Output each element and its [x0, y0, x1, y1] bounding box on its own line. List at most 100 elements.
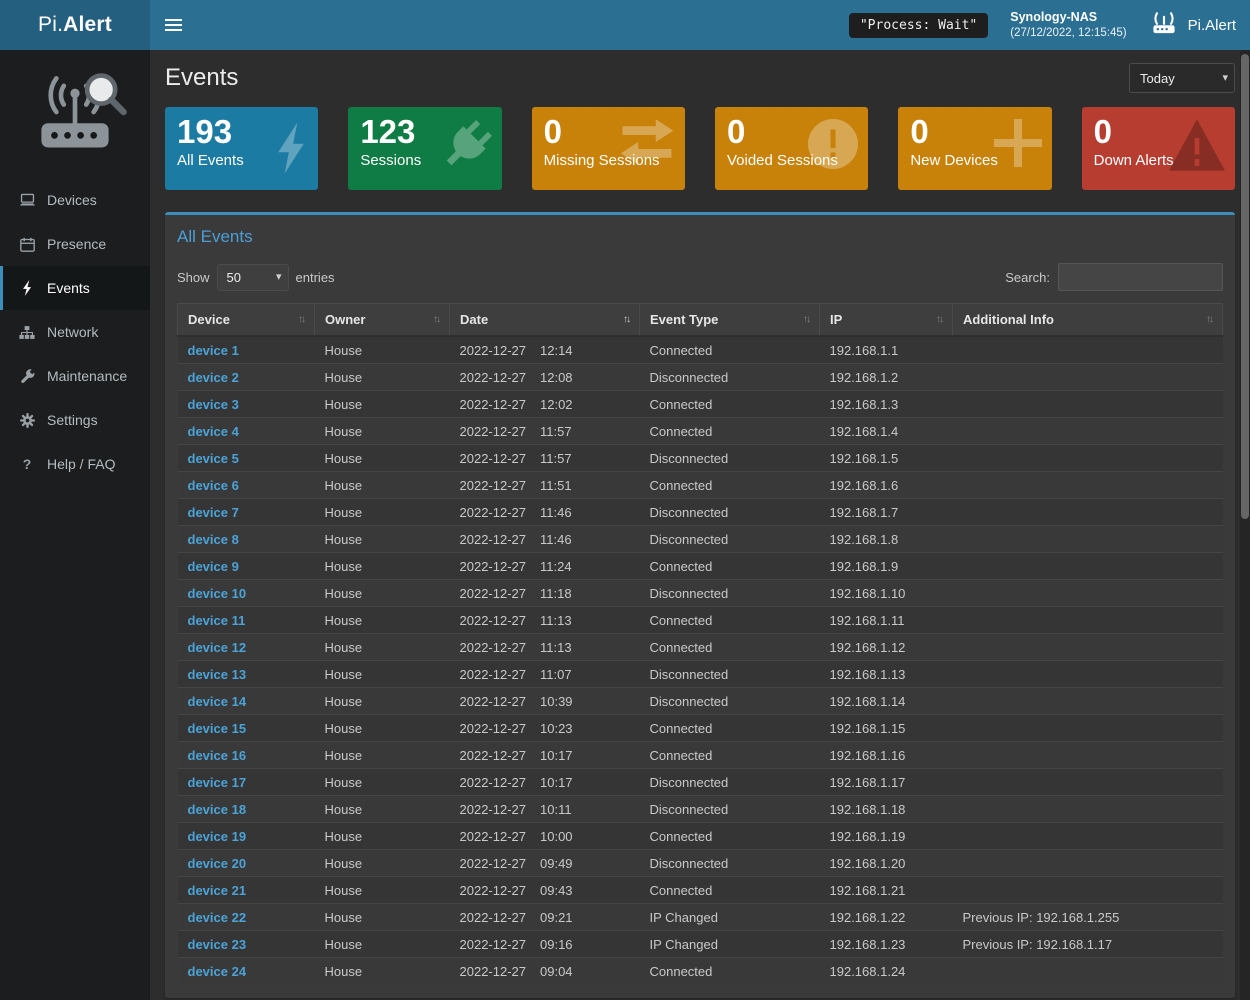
column-header-device[interactable]: Device	[178, 304, 315, 337]
sort-icon	[298, 314, 304, 325]
device-cell: device 3	[178, 391, 315, 418]
device-link[interactable]: device 17	[188, 775, 247, 790]
device-link[interactable]: device 10	[188, 586, 247, 601]
sidebar-item-maintenance[interactable]: Maintenance	[0, 354, 150, 398]
sort-icon	[433, 314, 439, 325]
brand-logo-link[interactable]: Pi.Alert	[0, 0, 150, 50]
sidebar-item-network[interactable]: Network	[0, 310, 150, 354]
event-date: 2022-12-27	[460, 694, 527, 709]
event-time: 10:17	[540, 748, 573, 763]
plug-icon	[438, 119, 492, 180]
owner-cell: House	[315, 769, 450, 796]
column-header-owner[interactable]: Owner	[315, 304, 450, 337]
event-type-cell: Disconnected	[640, 364, 820, 391]
device-cell: device 8	[178, 526, 315, 553]
search-input[interactable]	[1058, 263, 1223, 291]
page-size-select[interactable]: 50	[217, 264, 289, 291]
sidebar-item-devices[interactable]: Devices	[0, 178, 150, 222]
warning-icon	[1169, 119, 1225, 176]
sidebar-item-events[interactable]: Events	[0, 266, 150, 310]
brand-bold: Alert	[63, 13, 112, 36]
column-header-ip[interactable]: IP	[820, 304, 953, 337]
laptop-icon	[18, 193, 36, 207]
device-link[interactable]: device 3	[188, 397, 239, 412]
device-link[interactable]: device 8	[188, 532, 239, 547]
ip-cell: 192.168.1.5	[820, 445, 953, 472]
table-header-row: Device Owner Date Event Type IP Addition…	[178, 304, 1223, 337]
event-type-cell: Connected	[640, 336, 820, 364]
table-row: device 16House2022-12-2710:17Connected19…	[178, 742, 1223, 769]
table-row: device 2House2022-12-2712:08Disconnected…	[178, 364, 1223, 391]
scrollbar-thumb[interactable]	[1241, 54, 1249, 519]
period-select[interactable]: Today	[1129, 63, 1235, 93]
sidebar-item-label: Presence	[47, 236, 106, 252]
brand-prefix: Pi.	[38, 13, 63, 36]
owner-cell: House	[315, 877, 450, 904]
device-link[interactable]: device 16	[188, 748, 247, 763]
owner-cell: House	[315, 904, 450, 931]
device-link[interactable]: device 9	[188, 559, 239, 574]
sidebar-item-help[interactable]: Help / FAQ	[0, 442, 150, 486]
table-row: device 20House2022-12-2709:49Disconnecte…	[178, 850, 1223, 877]
device-link[interactable]: device 23	[188, 937, 247, 952]
owner-cell: House	[315, 661, 450, 688]
date-cell: 2022-12-2711:18	[450, 580, 640, 607]
event-time: 10:00	[540, 829, 573, 844]
device-cell: device 12	[178, 634, 315, 661]
event-type-cell: Disconnected	[640, 661, 820, 688]
owner-cell: House	[315, 931, 450, 958]
device-link[interactable]: device 19	[188, 829, 247, 844]
device-link[interactable]: device 11	[188, 613, 246, 628]
device-link[interactable]: device 2	[188, 370, 239, 385]
event-type-cell: IP Changed	[640, 904, 820, 931]
sidebar-item-settings[interactable]: Settings	[0, 398, 150, 442]
date-cell: 2022-12-2711:46	[450, 526, 640, 553]
event-date: 2022-12-27	[460, 829, 527, 844]
navbar-app-brand: Pi.Alert	[1149, 10, 1236, 40]
device-link[interactable]: device 7	[188, 505, 239, 520]
ip-cell: 192.168.1.7	[820, 499, 953, 526]
owner-cell: House	[315, 634, 450, 661]
bolt-icon	[274, 119, 308, 182]
device-link[interactable]: device 12	[188, 640, 247, 655]
date-cell: 2022-12-2711:13	[450, 607, 640, 634]
sidebar-item-presence[interactable]: Presence	[0, 222, 150, 266]
event-time: 11:18	[540, 586, 572, 601]
exchange-icon	[619, 119, 675, 170]
events-panel: All Events Show 50 entries Search:	[165, 212, 1235, 998]
column-header-event-type[interactable]: Event Type	[640, 304, 820, 337]
sidebar-toggle-button[interactable]	[150, 0, 196, 50]
date-cell: 2022-12-2712:02	[450, 391, 640, 418]
table-row: device 9House2022-12-2711:24Connected192…	[178, 553, 1223, 580]
device-link[interactable]: device 6	[188, 478, 239, 493]
sort-icon	[936, 314, 942, 325]
main-content: Events Today 193 All Events 123 Sessions…	[150, 0, 1250, 998]
event-time: 10:23	[540, 721, 573, 736]
device-link[interactable]: device 14	[188, 694, 247, 709]
device-link[interactable]: device 18	[188, 802, 247, 817]
summary-card: 0 Down Alerts	[1082, 107, 1235, 190]
table-row: device 7House2022-12-2711:46Disconnected…	[178, 499, 1223, 526]
entries-label: entries	[296, 270, 335, 285]
table-row: device 12House2022-12-2711:13Connected19…	[178, 634, 1223, 661]
column-header-additional-info[interactable]: Additional Info	[953, 304, 1223, 337]
event-date: 2022-12-27	[460, 343, 527, 358]
device-link[interactable]: device 24	[188, 964, 247, 979]
event-time: 09:49	[540, 856, 573, 871]
device-link[interactable]: device 4	[188, 424, 239, 439]
page-size-select-wrap: 50	[217, 264, 289, 291]
device-link[interactable]: device 20	[188, 856, 247, 871]
device-cell: device 18	[178, 796, 315, 823]
table-row: device 13House2022-12-2711:07Disconnecte…	[178, 661, 1223, 688]
device-link[interactable]: device 15	[188, 721, 247, 736]
device-link[interactable]: device 13	[188, 667, 247, 682]
column-label: Owner	[325, 312, 365, 327]
table-row: device 21House2022-12-2709:43Connected19…	[178, 877, 1223, 904]
column-header-date[interactable]: Date	[450, 304, 640, 337]
device-link[interactable]: device 5	[188, 451, 239, 466]
device-link[interactable]: device 1	[188, 343, 239, 358]
device-link[interactable]: device 21	[188, 883, 247, 898]
page-length-control: Show 50 entries	[177, 264, 335, 291]
device-link[interactable]: device 22	[188, 910, 247, 925]
question-icon	[18, 456, 36, 472]
